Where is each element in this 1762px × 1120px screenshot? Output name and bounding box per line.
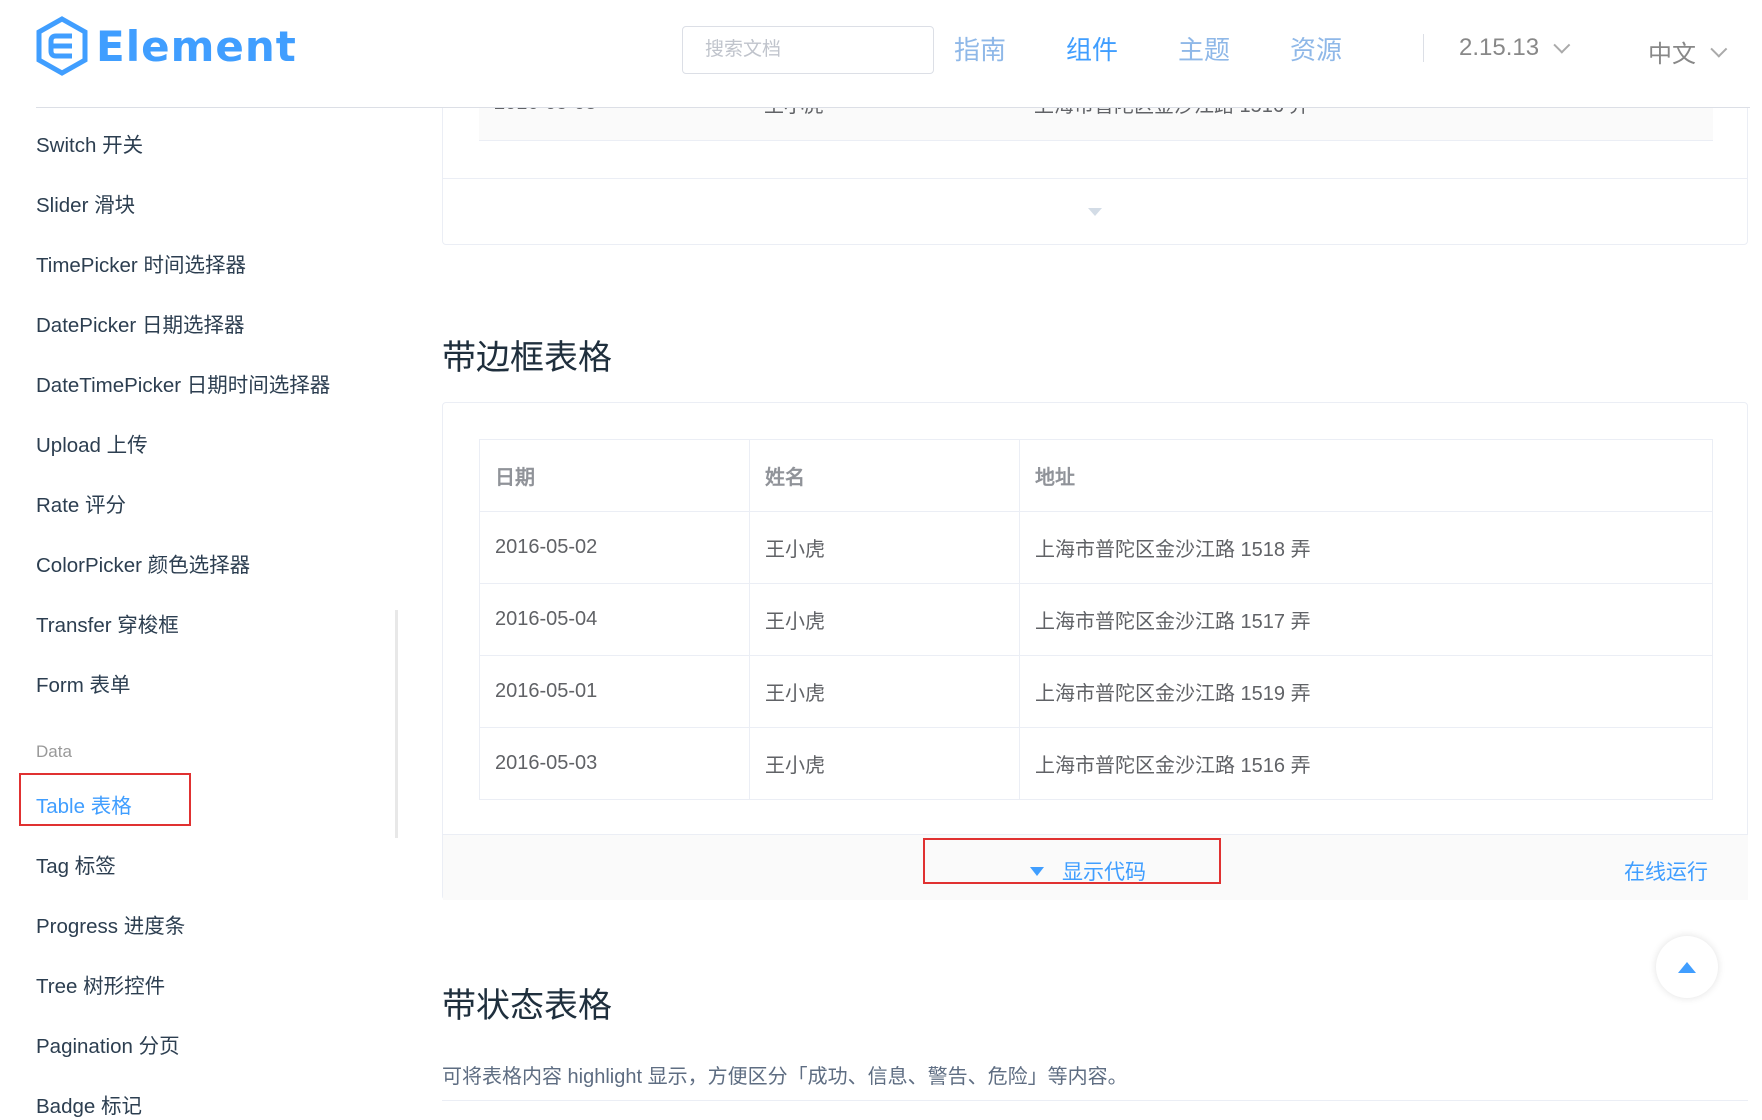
cell-name: 王小虎 bbox=[749, 583, 1020, 656]
back-to-top-button[interactable] bbox=[1656, 936, 1718, 998]
sidebar-item-datetimepicker[interactable]: DateTimePicker 日期时间选择器 bbox=[36, 368, 330, 398]
cell-name: 王小虎 bbox=[749, 511, 1020, 584]
language-label: 中文 bbox=[1648, 41, 1696, 68]
sidebar: Switch 开关 Slider 滑块 TimePicker 时间选择器 Dat… bbox=[0, 108, 398, 1120]
table-item-highlight bbox=[19, 773, 191, 826]
section-description: 可将表格内容 highlight 显示，方便区分「成功、信息、警告、危险」等内容… bbox=[442, 1066, 1128, 1088]
top-header: Element 指南 组件 主题 资源 2.15.13 中文 bbox=[0, 0, 1762, 108]
sidebar-item-badge[interactable]: Badge 标记 bbox=[36, 1089, 142, 1119]
version-label: 2.15.13 bbox=[1459, 34, 1540, 61]
table-header-row: 日期 姓名 地址 bbox=[479, 439, 1713, 512]
sidebar-item-upload[interactable]: Upload 上传 bbox=[36, 428, 148, 458]
nav-guide[interactable]: 指南 bbox=[954, 30, 1006, 67]
show-code-highlight bbox=[923, 838, 1221, 884]
cell-date: 2016-05-01 bbox=[479, 655, 750, 728]
sidebar-item-rate[interactable]: Rate 评分 bbox=[36, 488, 126, 518]
nav-theme[interactable]: 主题 bbox=[1178, 30, 1230, 67]
next-demo-card-edge bbox=[442, 1100, 1748, 1101]
column-header-date[interactable]: 日期 bbox=[479, 439, 750, 512]
table-row: 2016-05-04 王小虎 上海市普陀区金沙江路 1517 弄 bbox=[479, 583, 1713, 656]
section-title-status: 带状态表格 bbox=[442, 987, 612, 1025]
section-title-bordered: 带边框表格 bbox=[442, 339, 612, 377]
sidebar-scrollbar[interactable] bbox=[395, 610, 398, 838]
run-online-link[interactable]: 在线运行 bbox=[1624, 856, 1708, 886]
cell-address: 上海市普陀区金沙江路 1519 弄 bbox=[1019, 655, 1713, 728]
sidebar-item-transfer[interactable]: Transfer 穿梭框 bbox=[36, 608, 179, 638]
sidebar-item-form[interactable]: Form 表单 bbox=[36, 668, 131, 698]
bordered-table: 日期 姓名 地址 2016-05-02 王小虎 上海市普陀区金沙江路 1518 … bbox=[479, 439, 1713, 800]
cell-date: 2016-05-02 bbox=[479, 511, 750, 584]
search-input[interactable] bbox=[682, 26, 934, 74]
chevron-down-icon bbox=[1553, 36, 1571, 54]
prev-demo-divider bbox=[443, 178, 1748, 179]
table-row: 2016-05-03 王小虎 上海市普陀区金沙江路 1516 弄 bbox=[479, 727, 1713, 800]
caret-down-icon[interactable] bbox=[1088, 208, 1102, 216]
sidebar-item-colorpicker[interactable]: ColorPicker 颜色选择器 bbox=[36, 548, 250, 578]
cell-address: 上海市普陀区金沙江路 1516 弄 bbox=[1019, 727, 1713, 800]
cell-date: 2016-05-04 bbox=[479, 583, 750, 656]
nav-resource[interactable]: 资源 bbox=[1290, 30, 1342, 67]
sidebar-item-switch[interactable]: Switch 开关 bbox=[36, 128, 143, 158]
logo-text: Element bbox=[96, 21, 297, 71]
sidebar-item-pagination[interactable]: Pagination 分页 bbox=[36, 1029, 180, 1059]
column-header-name[interactable]: 姓名 bbox=[749, 439, 1020, 512]
caret-up-icon bbox=[1678, 961, 1696, 973]
nav-component[interactable]: 组件 bbox=[1066, 30, 1118, 67]
logo[interactable]: Element bbox=[36, 16, 297, 76]
chevron-down-icon bbox=[1710, 40, 1728, 58]
cell-address: 上海市普陀区金沙江路 1518 弄 bbox=[1019, 511, 1713, 584]
element-logo-icon bbox=[36, 16, 88, 76]
version-dropdown[interactable]: 2.15.13 bbox=[1459, 34, 1571, 62]
table-row: 2016-05-01 王小虎 上海市普陀区金沙江路 1519 弄 bbox=[479, 655, 1713, 728]
sidebar-item-progress[interactable]: Progress 进度条 bbox=[36, 909, 185, 939]
table-row: 2016-05-02 王小虎 上海市普陀区金沙江路 1518 弄 bbox=[479, 511, 1713, 584]
sidebar-item-timepicker[interactable]: TimePicker 时间选择器 bbox=[36, 248, 246, 278]
column-header-address[interactable]: 地址 bbox=[1019, 439, 1713, 512]
cell-name: 王小虎 bbox=[749, 727, 1020, 800]
sidebar-item-slider[interactable]: Slider 滑块 bbox=[36, 188, 135, 218]
nav-divider bbox=[1423, 34, 1424, 62]
sidebar-item-tree[interactable]: Tree 树形控件 bbox=[36, 969, 165, 999]
sidebar-item-datepicker[interactable]: DatePicker 日期选择器 bbox=[36, 308, 244, 338]
cell-address: 上海市普陀区金沙江路 1517 弄 bbox=[1019, 583, 1713, 656]
cell-name: 王小虎 bbox=[749, 655, 1020, 728]
header-divider bbox=[36, 107, 1750, 108]
sidebar-group-data: Data bbox=[36, 742, 72, 761]
language-dropdown[interactable]: 中文 bbox=[1648, 34, 1728, 69]
cell-date: 2016-05-03 bbox=[479, 727, 750, 800]
sidebar-item-tag[interactable]: Tag 标签 bbox=[36, 849, 116, 879]
